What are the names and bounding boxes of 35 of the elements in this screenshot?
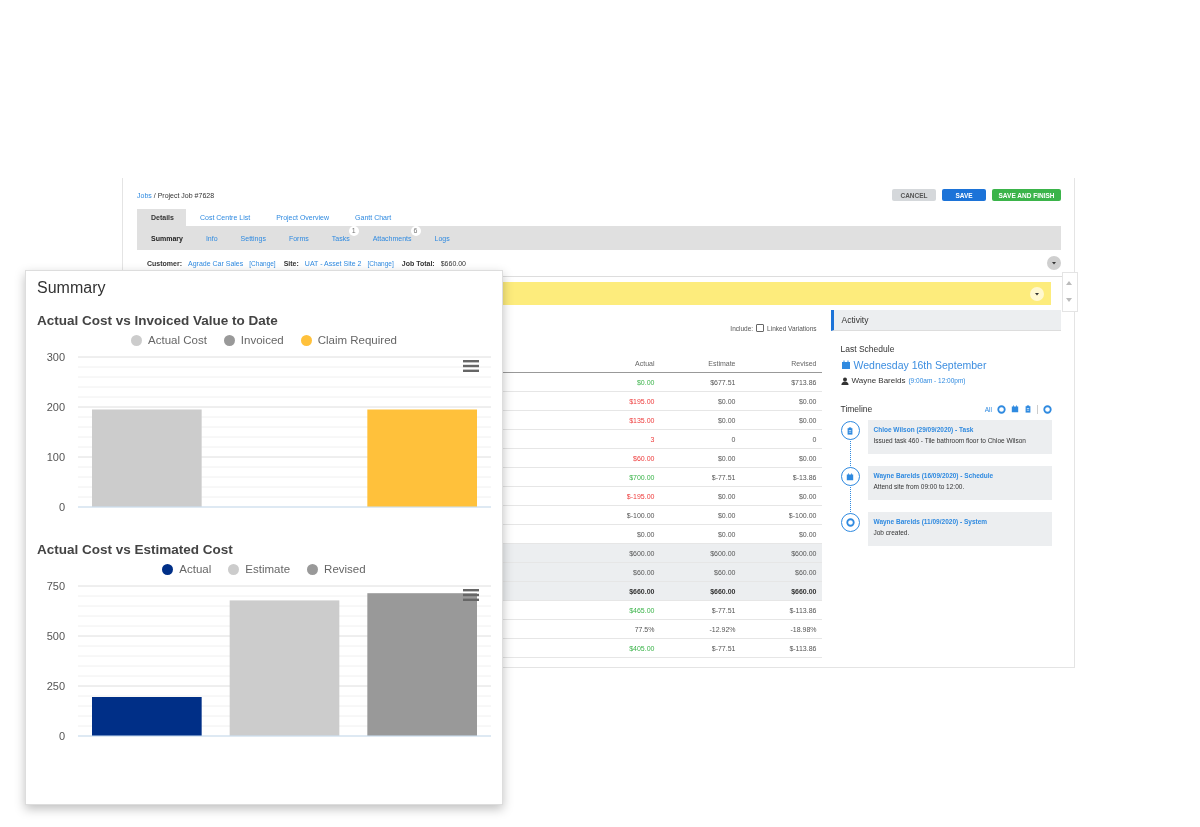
axis-tick-label: 500	[46, 630, 65, 642]
legend-label[interactable]: Invoiced	[240, 334, 284, 346]
legend-label[interactable]: Revised	[324, 563, 366, 575]
axis-tick-label: 200	[46, 401, 65, 413]
clipboard-icon[interactable]	[1024, 405, 1032, 413]
panel-title: Activity	[841, 315, 869, 325]
circle-icon[interactable]	[997, 404, 1006, 414]
checkbox[interactable]	[756, 324, 765, 332]
axis-tick-label: 0	[58, 501, 65, 513]
legend-label[interactable]: Estimate	[245, 563, 291, 575]
dropdown-icon[interactable]	[1047, 256, 1061, 270]
axis-tick-label: 0	[58, 730, 65, 742]
legend-label[interactable]: Actual	[179, 563, 212, 575]
axis-tick-label: 100	[46, 451, 65, 463]
legend-label[interactable]: Actual Cost	[148, 334, 207, 346]
menu-icon[interactable]	[463, 360, 479, 372]
chart-title: Actual Cost vs Invoiced Value to Date	[37, 313, 279, 328]
axis-tick-label: 750	[46, 580, 65, 592]
calendar-icon[interactable]	[1011, 405, 1019, 413]
chart-title: Actual Cost vs Estimated Cost	[37, 542, 234, 557]
card-title: Summary	[37, 279, 107, 297]
legend-label[interactable]: Claim Required	[317, 334, 397, 346]
section-label: Timeline	[840, 404, 873, 414]
section-label: Last Schedule	[840, 344, 896, 354]
clipboard-icon	[846, 426, 854, 435]
calendar-icon	[840, 360, 851, 370]
person-name: Wayne Barelds	[851, 376, 906, 385]
axis-tick-label: 250	[46, 680, 65, 692]
axis-tick-label: 300	[46, 351, 65, 363]
calendar-icon	[846, 472, 854, 481]
person-icon	[840, 376, 849, 385]
circle-icon[interactable]	[1043, 404, 1052, 414]
circle-icon[interactable]	[845, 518, 855, 527]
dropdown-icon[interactable]	[1030, 286, 1044, 301]
schedule-date[interactable]: Wednesday 16th September	[853, 359, 987, 371]
